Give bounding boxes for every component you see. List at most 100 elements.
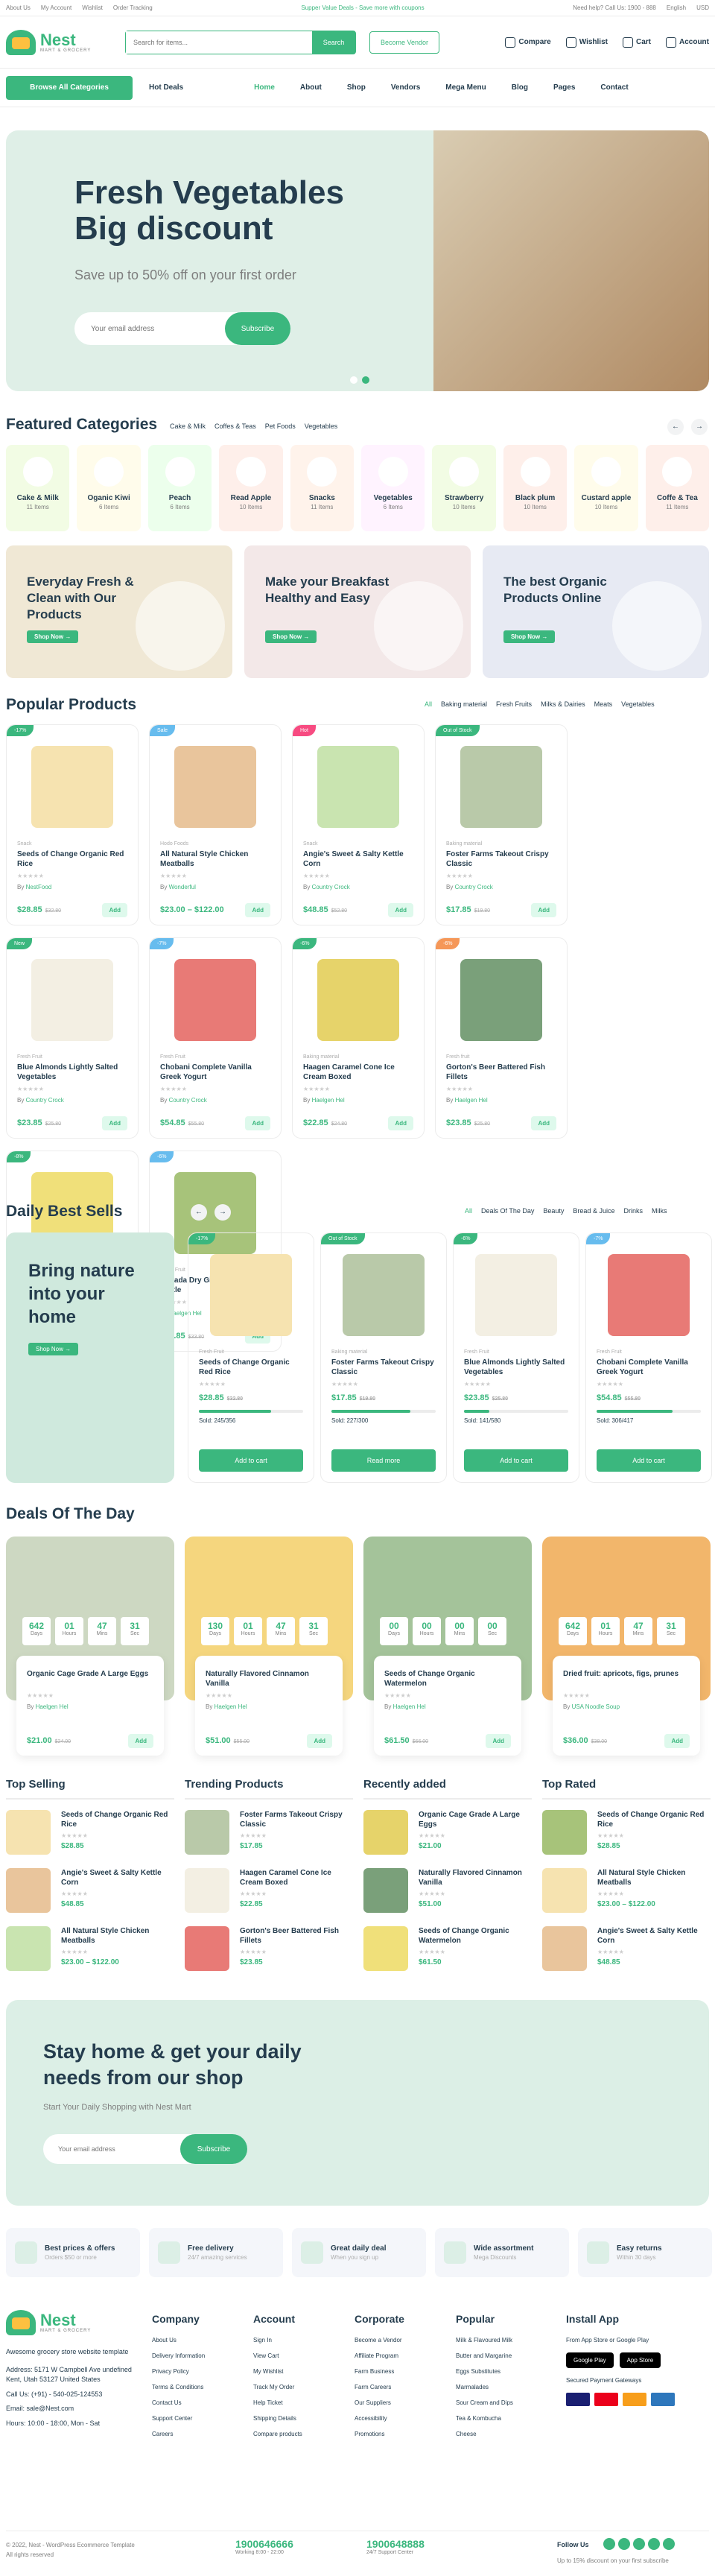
youtube-icon[interactable] <box>663 2538 675 2550</box>
vendor-name[interactable]: Country Crock <box>26 1097 64 1104</box>
product-name[interactable]: Seeds of Change Organic Watermelon <box>384 1669 511 1689</box>
mini-product-image[interactable] <box>542 1810 587 1855</box>
browse-categories-button[interactable]: Browse All Categories <box>6 75 133 100</box>
filter-tab[interactable]: Milks <box>652 1207 667 1215</box>
product-name[interactable]: Angie's Sweet & Salty Kettle Corn <box>303 849 413 870</box>
topbar-link[interactable]: Wishlist <box>82 4 103 11</box>
category-card[interactable]: Snacks 11 Items <box>290 445 355 531</box>
product-card[interactable]: Out of Stock Baking material Foster Farms … <box>435 724 568 925</box>
search-input[interactable] <box>126 31 312 54</box>
product-category[interactable]: Baking material <box>446 841 556 846</box>
mini-product[interactable]: All Natural Style Chicken Meatballs ★★★★★… <box>6 1926 174 1972</box>
prev-arrow-icon[interactable]: ← <box>667 419 684 435</box>
add-to-cart-button[interactable]: Add <box>307 1734 332 1748</box>
account-link[interactable]: Account <box>666 37 709 48</box>
search-button[interactable]: Search <box>312 31 355 54</box>
mini-product-image[interactable] <box>363 1926 408 1971</box>
product-name[interactable]: Seeds of Change Organic Watermelon <box>419 1926 532 1946</box>
vendor-name[interactable]: NestFood <box>26 884 52 890</box>
pinterest-icon[interactable] <box>648 2538 660 2550</box>
product-name[interactable]: Seeds of Change Organic Red Rice <box>199 1358 303 1378</box>
product-category[interactable]: Snack <box>303 841 413 846</box>
add-to-cart-button[interactable]: Add to cart <box>597 1449 701 1472</box>
daily-product-card[interactable]: -6% Fresh Fruit Blue Almonds Lightly Salte… <box>453 1232 579 1483</box>
add-to-cart-button[interactable]: Read more <box>331 1449 436 1472</box>
product-name[interactable]: All Natural Style Chicken Meatballs <box>597 1868 711 1887</box>
shop-now-button[interactable]: Shop Now → <box>503 630 556 643</box>
product-image[interactable] <box>174 959 256 1041</box>
facebook-icon[interactable] <box>603 2538 615 2550</box>
prev-arrow-icon[interactable]: ← <box>191 1204 207 1221</box>
topbar-link[interactable]: About Us <box>6 4 31 11</box>
category-card[interactable]: Vegetables 6 Items <box>361 445 425 531</box>
add-to-cart-button[interactable]: Add <box>128 1734 153 1748</box>
filter-tab[interactable]: All <box>425 700 432 708</box>
hot-deals-link[interactable]: Hot Deals <box>149 83 183 92</box>
vendor-name[interactable]: Haelgen Hel <box>393 1703 426 1710</box>
product-name[interactable]: All Natural Style Chicken Meatballs <box>160 849 270 870</box>
product-category[interactable]: Snack <box>17 841 127 846</box>
product-category[interactable]: Fresh Fruit <box>17 1054 127 1060</box>
product-name[interactable]: All Natural Style Chicken Meatballs <box>61 1926 174 1946</box>
product-card[interactable]: Sale Hodo Foods All Natural Style Chicken … <box>149 724 282 925</box>
add-to-cart-button[interactable]: Add to cart <box>199 1449 303 1472</box>
vendor-name[interactable]: Haelgen Hel <box>36 1703 69 1710</box>
product-name[interactable]: Chobani Complete Vanilla Greek Yogurt <box>597 1358 701 1378</box>
product-name[interactable]: Naturally Flavored Cinnamon Vanilla <box>419 1868 532 1887</box>
mini-product-image[interactable] <box>185 1810 229 1855</box>
deal-card[interactable]: 642 Days 01 Hours 47 Mins 31 Sec Organic Cage Gr… <box>6 1537 174 1757</box>
instagram-icon[interactable] <box>633 2538 645 2550</box>
filter-tab[interactable]: Drinks <box>623 1207 643 1215</box>
product-name[interactable]: Seeds of Change Organic Red Rice <box>61 1810 174 1829</box>
category-card[interactable]: Strawberry 10 Items <box>432 445 496 531</box>
footer-link[interactable]: Sour Cream and Dips <box>456 2399 513 2406</box>
product-image[interactable] <box>460 746 542 828</box>
deal-card[interactable]: 130 Days 01 Hours 47 Mins 31 Sec Naturally Flavo… <box>185 1537 353 1757</box>
product-name[interactable]: Haagen Caramel Cone Ice Cream Boxed <box>240 1868 353 1887</box>
add-to-cart-button[interactable]: Add <box>388 1116 413 1130</box>
product-name[interactable]: Haagen Caramel Cone Ice Cream Boxed <box>303 1063 413 1083</box>
shop-now-button[interactable]: Shop Now → <box>265 630 317 643</box>
wishlist-link[interactable]: Wishlist <box>565 37 608 48</box>
category-card[interactable]: Black plum 10 Items <box>503 445 568 531</box>
featured-tab[interactable]: Vegetables <box>305 423 338 430</box>
filter-tab[interactable]: Baking material <box>441 700 487 708</box>
product-name[interactable]: Seeds of Change Organic Red Rice <box>597 1810 711 1829</box>
product-name[interactable]: Foster Farms Takeout Crispy Classic <box>240 1810 353 1829</box>
category-card[interactable]: Coffe & Tea 11 Items <box>645 445 710 531</box>
mini-product-image[interactable] <box>6 1926 51 1971</box>
twitter-icon[interactable] <box>618 2538 630 2550</box>
product-image[interactable] <box>31 746 113 828</box>
filter-tab[interactable]: Vegetables <box>621 700 655 708</box>
next-arrow-icon[interactable]: → <box>691 419 708 435</box>
add-to-cart-button[interactable]: Add <box>531 903 556 917</box>
featured-tab[interactable]: Cake & Milk <box>170 423 206 430</box>
footer-link[interactable]: Contact Us <box>152 2399 205 2406</box>
product-name[interactable]: Dried fruit: apricots, figs, prunes <box>563 1669 690 1689</box>
mini-product[interactable]: Seeds of Change Organic Red Rice ★★★★★ $28… <box>6 1810 174 1856</box>
topbar-link[interactable]: My Account <box>41 4 72 11</box>
mini-product[interactable]: Seeds of Change Organic Watermelon ★★★★★ $… <box>363 1926 532 1972</box>
footer-link[interactable]: Terms & Conditions <box>152 2384 205 2390</box>
footer-link[interactable]: Our Suppliers <box>355 2399 404 2406</box>
footer-link[interactable]: Affiliate Program <box>355 2352 404 2359</box>
footer-link[interactable]: Help Ticket <box>253 2399 302 2406</box>
vendor-name[interactable]: Wonderful <box>169 884 196 890</box>
product-image[interactable] <box>210 1254 292 1336</box>
category-card[interactable]: Oganic Kiwi 6 Items <box>77 445 141 531</box>
footer-link[interactable]: My Wishlist <box>253 2368 302 2375</box>
footer-link[interactable]: Delivery Information <box>152 2352 205 2359</box>
daily-product-card[interactable]: Out of Stock Baking material Foster Farms … <box>320 1232 447 1483</box>
deal-card[interactable]: 00 Days 00 Hours 00 Mins 00 Sec Seeds of Change … <box>363 1537 532 1757</box>
mini-product-image[interactable] <box>542 1926 587 1971</box>
footer-link[interactable]: Marmalades <box>456 2384 513 2390</box>
category-card[interactable]: Peach 6 Items <box>147 445 212 531</box>
category-card[interactable]: Cake & Milk 11 Items <box>6 445 70 531</box>
footer-link[interactable]: Promotions <box>355 2431 404 2437</box>
logo[interactable]: Nest MART & GROCERY <box>6 29 125 55</box>
mini-product[interactable]: Seeds of Change Organic Red Rice ★★★★★ $28… <box>542 1810 711 1856</box>
product-name[interactable]: Blue Almonds Lightly Salted Vegetables <box>464 1358 568 1378</box>
featured-tab[interactable]: Pet Foods <box>265 423 296 430</box>
product-category[interactable]: Fresh fruit <box>446 1054 556 1060</box>
daily-product-card[interactable]: -7% Fresh Fruit Chobani Complete Vanilla G… <box>585 1232 712 1483</box>
